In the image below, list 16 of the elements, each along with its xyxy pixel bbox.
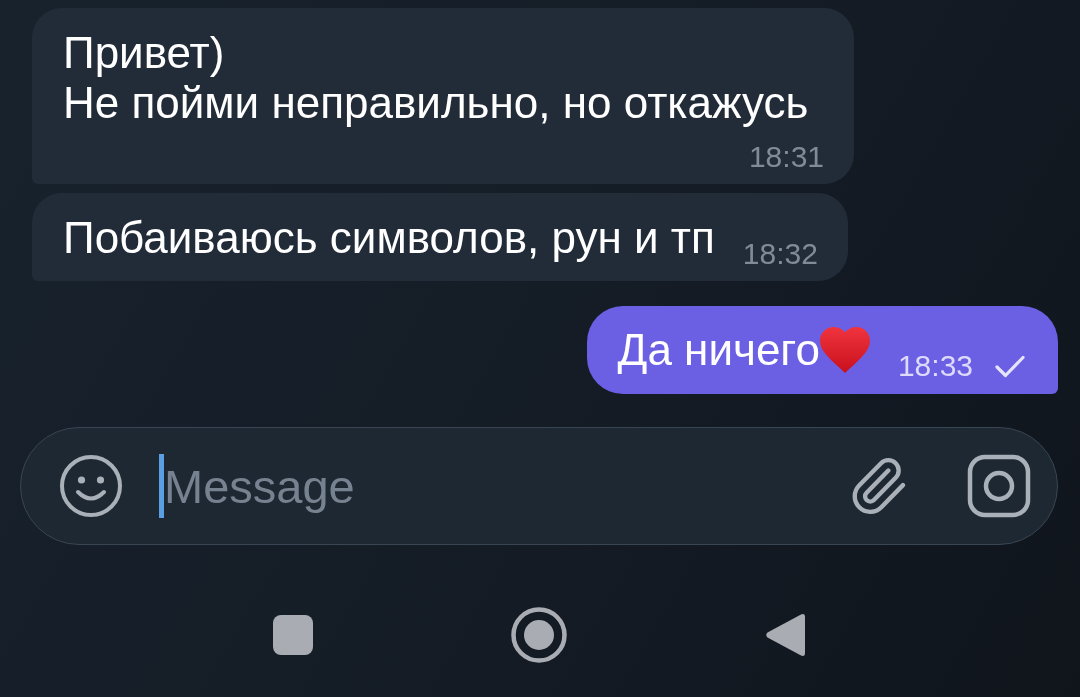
message-input[interactable]: Message xyxy=(164,454,847,518)
circle-icon xyxy=(511,607,567,663)
emoji-button[interactable] xyxy=(59,454,123,518)
message-time: 18:32 xyxy=(742,239,818,269)
message-time: 18:31 xyxy=(748,142,824,172)
message-text: Побаиваюсь символов, рун и тп xyxy=(63,213,715,263)
message-text: Да ничего xyxy=(617,325,820,375)
message-time: 18:33 xyxy=(897,351,973,381)
home-button[interactable] xyxy=(509,605,569,665)
message-composer[interactable]: Message xyxy=(20,427,1058,545)
smiley-icon xyxy=(59,454,123,518)
camera-button[interactable] xyxy=(967,454,1031,518)
back-icon xyxy=(765,612,805,658)
camera-icon xyxy=(967,454,1031,518)
square-icon xyxy=(273,615,313,655)
message-text: Привет) Не пойми неправильно, но откажусь xyxy=(63,28,809,128)
